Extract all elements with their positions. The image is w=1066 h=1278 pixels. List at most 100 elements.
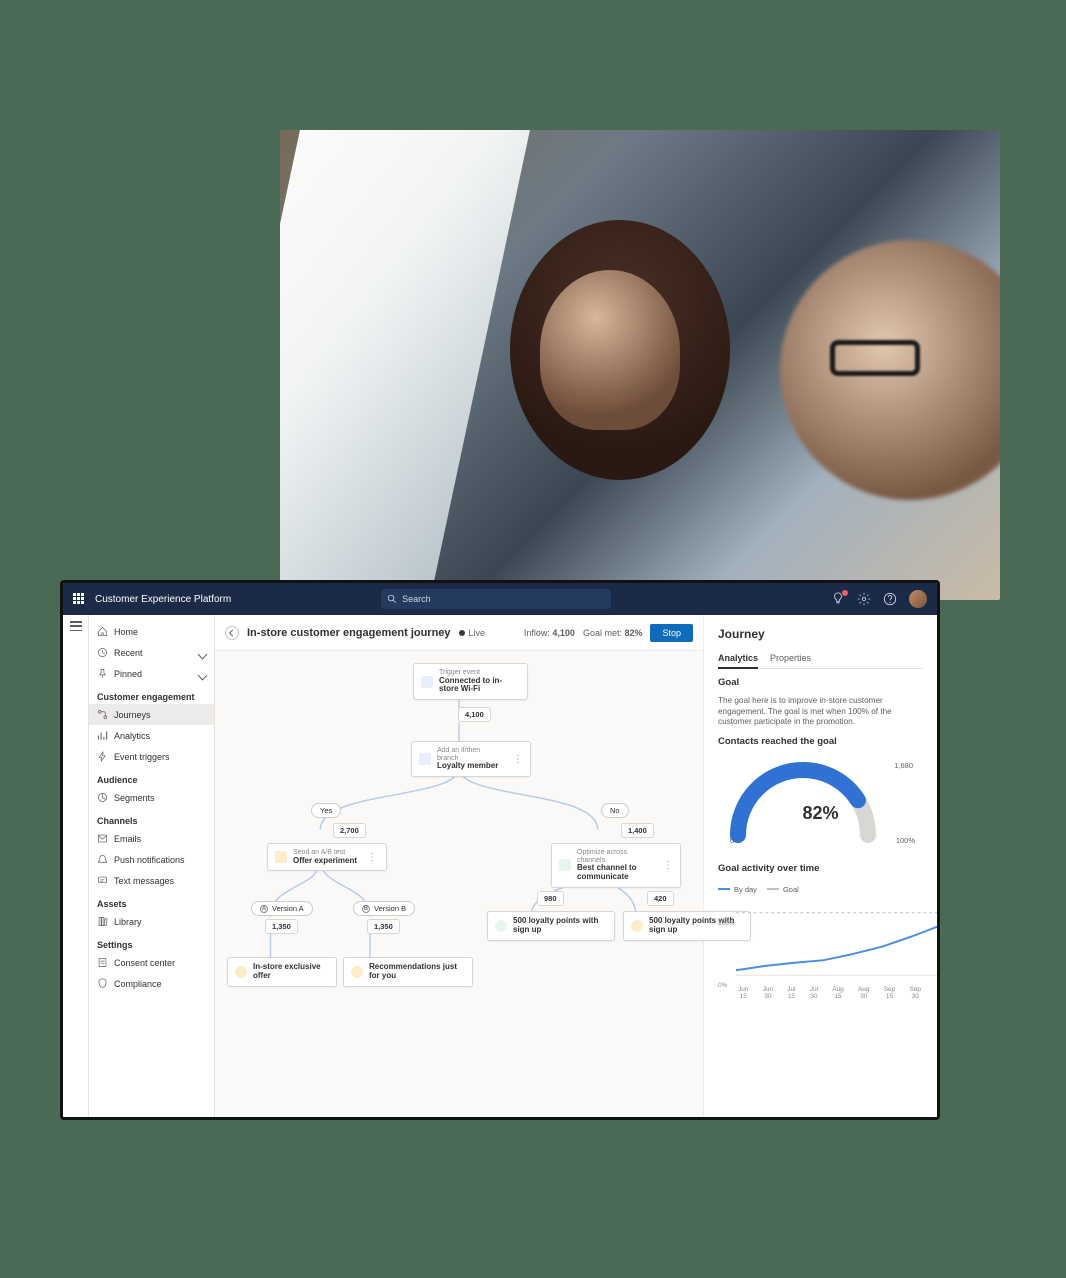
sidebar-item-text-messages[interactable]: Text messages bbox=[89, 870, 214, 891]
app-window: Customer Experience Platform Search Home… bbox=[60, 580, 940, 1120]
node-end-b[interactable]: Recommendations just for you bbox=[343, 957, 473, 987]
sidebar-item-push-notifications[interactable]: Push notifications bbox=[89, 849, 214, 870]
node-loyalty-a[interactable]: 500 loyalty points with sign up bbox=[487, 911, 615, 941]
node-more-icon[interactable]: ⋮ bbox=[367, 855, 377, 860]
node-abtest[interactable]: Send an A/B testOffer experiment ⋮ bbox=[267, 843, 387, 871]
sidebar-item-label: Text messages bbox=[114, 876, 174, 886]
line-legend: By day Goal bbox=[718, 885, 923, 894]
panel-title: Journey bbox=[718, 627, 923, 641]
pin-icon bbox=[97, 668, 108, 679]
sidebar-item-analytics[interactable]: Analytics bbox=[89, 725, 214, 746]
count-right: 1,400 bbox=[621, 823, 654, 838]
sidebar-item-label: Compliance bbox=[114, 979, 162, 989]
count-inflow: 4,100 bbox=[458, 707, 491, 722]
menu-toggle-icon[interactable] bbox=[70, 621, 82, 631]
node-end-a[interactable]: In-store exclusive offer bbox=[227, 957, 337, 987]
app-launcher-icon[interactable] bbox=[73, 593, 85, 605]
back-button[interactable] bbox=[225, 626, 239, 640]
sidebar-item-label: Library bbox=[114, 917, 142, 927]
search-input[interactable]: Search bbox=[381, 589, 611, 609]
journey-canvas[interactable]: In-store customer engagement journey Liv… bbox=[215, 615, 703, 1117]
lightbulb-icon[interactable] bbox=[831, 592, 845, 606]
sidebar-item-home[interactable]: Home bbox=[89, 621, 214, 642]
search-icon bbox=[387, 594, 397, 604]
optimize-icon bbox=[559, 859, 571, 871]
consent-icon bbox=[97, 957, 108, 968]
sidebar-item-journeys[interactable]: Journeys bbox=[89, 704, 214, 725]
bell-icon bbox=[97, 854, 108, 865]
sidebar-group-customer-engagement: Customer engagement bbox=[89, 684, 214, 704]
goal-meta: Goal met: 82% bbox=[583, 628, 643, 638]
flask-icon bbox=[275, 851, 287, 863]
goal-heading: Goal bbox=[718, 677, 923, 688]
sidebar-item-event-triggers[interactable]: Event triggers bbox=[89, 746, 214, 767]
count-left: 2,700 bbox=[333, 823, 366, 838]
sidebar-item-recent[interactable]: Recent bbox=[89, 642, 214, 663]
app-title: Customer Experience Platform bbox=[95, 594, 231, 605]
sidebar-group-assets: Assets bbox=[89, 891, 214, 911]
route-icon bbox=[97, 709, 108, 720]
sidebar-item-label: Event triggers bbox=[114, 752, 170, 762]
tab-analytics[interactable]: Analytics bbox=[718, 649, 758, 669]
topbar: Customer Experience Platform Search bbox=[63, 583, 937, 615]
gauge-value: 82% bbox=[718, 803, 923, 824]
sidebar-item-consent-center[interactable]: Consent center bbox=[89, 952, 214, 973]
line-chart: 100% 0% Jun15Jun30Jul15Jul30Aug15Aug30Se… bbox=[718, 904, 923, 1014]
sidebar: Home Recent Pinned Customer engagement Jour… bbox=[89, 615, 215, 1117]
right-panel: Journey Analytics Properties Goal The go… bbox=[703, 615, 937, 1117]
page-title: In-store customer engagement journey bbox=[247, 627, 451, 639]
mail-icon bbox=[97, 833, 108, 844]
main: In-store customer engagement journey Liv… bbox=[215, 615, 937, 1117]
star-icon bbox=[351, 966, 363, 978]
inflow-meta: Inflow: 4,100 bbox=[524, 628, 575, 638]
sidebar-item-label: Segments bbox=[114, 793, 155, 803]
stop-button[interactable]: Stop bbox=[650, 624, 693, 642]
sidebar-group-channels: Channels bbox=[89, 808, 214, 828]
sidebar-item-label: Recent bbox=[114, 648, 143, 658]
search-placeholder: Search bbox=[402, 594, 431, 604]
help-icon[interactable] bbox=[883, 592, 897, 606]
count-vb: 1,350 bbox=[367, 919, 400, 934]
sidebar-group-settings: Settings bbox=[89, 932, 214, 952]
panel-tabs: Analytics Properties bbox=[718, 649, 923, 669]
node-more-icon[interactable]: ⋮ bbox=[663, 863, 673, 868]
sidebar-item-compliance[interactable]: Compliance bbox=[89, 973, 214, 994]
status-badge: Live bbox=[459, 628, 486, 638]
node-optimize[interactable]: Optimize across channelsBest channel to … bbox=[551, 843, 681, 888]
sidebar-item-label: Emails bbox=[114, 834, 141, 844]
branch-icon bbox=[419, 753, 431, 765]
sidebar-item-label: Consent center bbox=[114, 958, 175, 968]
star-icon bbox=[631, 920, 643, 932]
settings-icon[interactable] bbox=[857, 592, 871, 606]
sidebar-group-audience: Audience bbox=[89, 767, 214, 787]
lib-icon bbox=[97, 916, 108, 927]
bolt-icon bbox=[97, 751, 108, 762]
tab-properties[interactable]: Properties bbox=[770, 649, 811, 668]
page-header: In-store customer engagement journey Liv… bbox=[215, 615, 703, 651]
gauge-heading: Contacts reached the goal bbox=[718, 736, 923, 747]
avatar[interactable] bbox=[909, 590, 927, 608]
sidebar-item-segments[interactable]: Segments bbox=[89, 787, 214, 808]
node-trigger[interactable]: Trigger eventConnected to in-store Wi-Fi bbox=[413, 663, 528, 700]
sidebar-item-pinned[interactable]: Pinned bbox=[89, 663, 214, 684]
bolt-icon bbox=[421, 676, 433, 688]
chart-icon bbox=[97, 730, 108, 741]
count-va: 1,350 bbox=[265, 919, 298, 934]
node-branch[interactable]: Add an if/then branchLoyalty member ⋮ bbox=[411, 741, 531, 777]
version-b-pill: BVersion B bbox=[353, 901, 415, 916]
goal-text: The goal here is to improve in-store cus… bbox=[718, 696, 923, 728]
check-icon bbox=[495, 920, 507, 932]
node-more-icon[interactable]: ⋮ bbox=[513, 757, 523, 762]
sidebar-item-label: Analytics bbox=[114, 731, 150, 741]
shield-icon bbox=[97, 978, 108, 989]
line-heading: Goal activity over time bbox=[718, 863, 923, 874]
sidebar-item-emails[interactable]: Emails bbox=[89, 828, 214, 849]
sms-icon bbox=[97, 875, 108, 886]
nav-rail bbox=[63, 615, 89, 1117]
sidebar-item-library[interactable]: Library bbox=[89, 911, 214, 932]
sidebar-item-label: Journeys bbox=[114, 710, 151, 720]
sidebar-item-label: Push notifications bbox=[114, 855, 185, 865]
count-ra: 980 bbox=[537, 891, 564, 906]
segment-icon bbox=[97, 792, 108, 803]
branch-no-pill: No bbox=[601, 803, 629, 818]
